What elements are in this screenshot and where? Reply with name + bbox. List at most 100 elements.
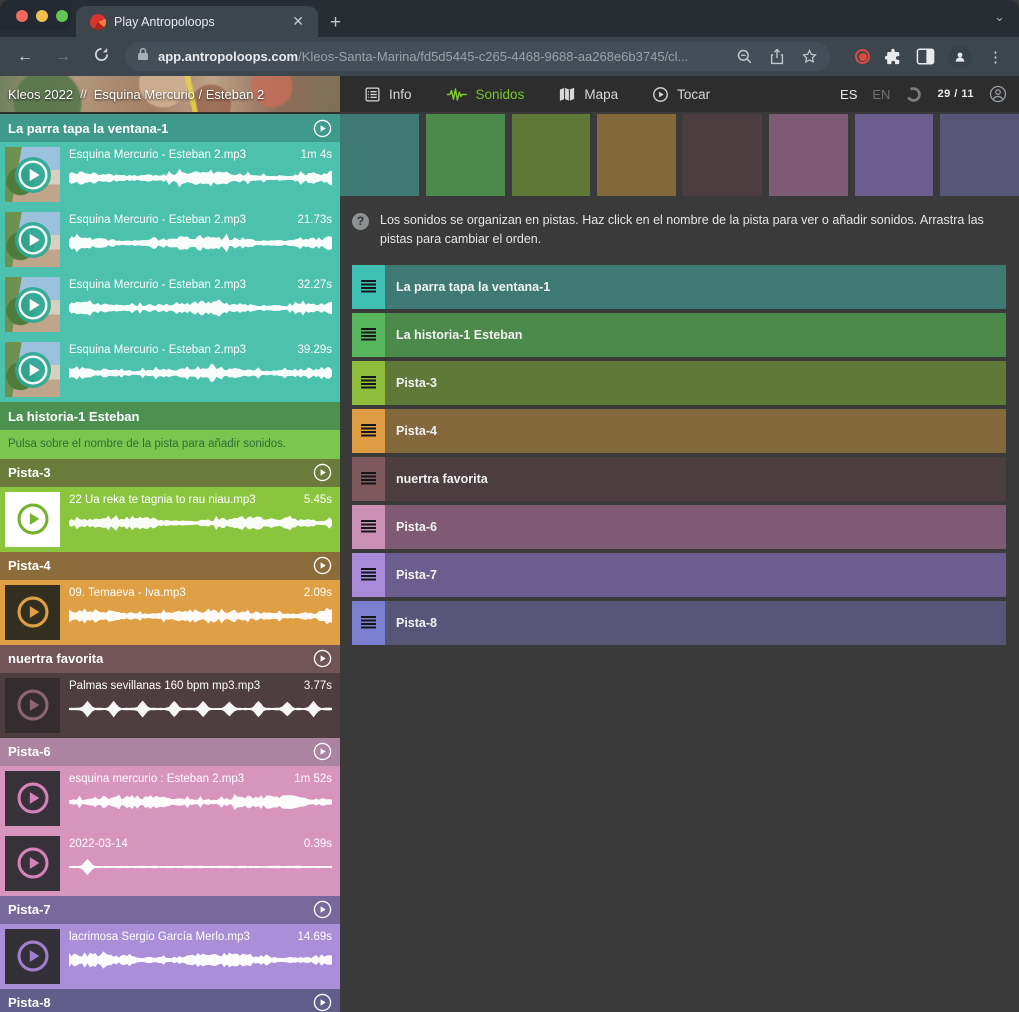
play-track-icon[interactable] <box>313 742 332 761</box>
clip-thumbnail[interactable] <box>5 212 60 267</box>
bookmark-star-icon[interactable] <box>801 48 818 65</box>
language-es-button[interactable]: ES <box>840 87 857 102</box>
recording-indicator-icon[interactable] <box>855 49 870 64</box>
track-row-label: Pista-4 <box>396 424 437 438</box>
play-clip-icon[interactable] <box>15 938 51 974</box>
track-row-name[interactable]: Pista-4 <box>385 409 1006 453</box>
close-window-button[interactable] <box>16 10 28 22</box>
play-clip-icon[interactable] <box>15 845 51 881</box>
main-track-row-4[interactable]: Pista-4 <box>352 409 1006 453</box>
main-track-row-2[interactable]: La historia-1 Esteban <box>352 313 1006 357</box>
main-track-row-5[interactable]: nuertra favorita <box>352 457 1006 501</box>
nav-item-mapa[interactable]: Mapa <box>558 86 618 103</box>
track-header[interactable]: La historia-1 Esteban <box>0 402 340 430</box>
drag-handle[interactable] <box>352 409 385 453</box>
nav-item-sonidos[interactable]: Sonidos <box>446 86 525 103</box>
address-bar[interactable]: app.antropoloops.com /Kleos-Santa-Marina… <box>125 42 830 71</box>
play-clip-icon[interactable] <box>15 501 51 537</box>
play-clip-icon[interactable] <box>15 687 51 723</box>
share-icon[interactable] <box>769 48 785 65</box>
extensions-puzzle-icon[interactable] <box>883 47 903 67</box>
track-color-swatch-2 <box>426 114 505 196</box>
nav-item-tocar[interactable]: Tocar <box>652 86 710 103</box>
drag-handle[interactable] <box>352 265 385 309</box>
lock-icon[interactable] <box>137 47 149 66</box>
tab-search-chevron-icon[interactable]: ⌄ <box>994 9 1005 25</box>
track-header[interactable]: Pista-7 <box>0 896 340 924</box>
track-row-label: La historia-1 Esteban <box>396 328 522 342</box>
browser-menu-icon[interactable]: ⋮ <box>985 48 1006 66</box>
back-button[interactable]: ← <box>13 48 37 66</box>
drag-handle[interactable] <box>352 601 385 645</box>
play-track-icon[interactable] <box>313 556 332 575</box>
main-track-row-3[interactable]: Pista-3 <box>352 361 1006 405</box>
track-header[interactable]: Pista-6 <box>0 738 340 766</box>
breadcrumb-separator: // <box>80 87 87 101</box>
play-clip-icon[interactable] <box>15 780 51 816</box>
play-track-icon[interactable] <box>313 993 332 1012</box>
drag-handle[interactable] <box>352 505 385 549</box>
clip-thumbnail[interactable] <box>5 678 60 733</box>
main-track-row-6[interactable]: Pista-6 <box>352 505 1006 549</box>
page-title: Esquina Mercurio / Esteban 2 <box>94 87 265 102</box>
track-row-name[interactable]: nuertra favorita <box>385 457 1006 501</box>
drag-handle[interactable] <box>352 457 385 501</box>
main-track-row-8[interactable]: Pista-8 <box>352 601 1006 645</box>
main-track-row-7[interactable]: Pista-7 <box>352 553 1006 597</box>
browser-tab[interactable]: Play Antropoloops ✕ <box>76 6 318 37</box>
clip-thumbnail[interactable] <box>5 771 60 826</box>
clip-duration: 2.09s <box>304 587 332 599</box>
play-track-icon[interactable] <box>313 900 332 919</box>
clip-thumbnail[interactable] <box>5 585 60 640</box>
play-clip-icon[interactable] <box>14 351 52 389</box>
account-icon[interactable] <box>989 85 1007 103</box>
track-row-name[interactable]: Pista-6 <box>385 505 1006 549</box>
side-panel-icon[interactable] <box>916 48 935 65</box>
profile-avatar[interactable] <box>948 45 972 69</box>
track-row-name[interactable]: Pista-7 <box>385 553 1006 597</box>
play-clip-icon[interactable] <box>14 286 52 324</box>
breadcrumb[interactable]: Kleos 2022 // Esquina Mercurio / Esteban… <box>0 76 340 112</box>
play-clip-icon[interactable] <box>15 594 51 630</box>
nav-item-info[interactable]: Info <box>364 86 412 103</box>
track-header[interactable]: Pista-8 <box>0 989 340 1012</box>
clip: lacrimosa Sergio García Merlo.mp314.69s <box>0 924 340 989</box>
track-row-label: Pista-3 <box>396 376 437 390</box>
clip-thumbnail[interactable] <box>5 342 60 397</box>
main-track-row-1[interactable]: La parra tapa la ventana-1 <box>352 265 1006 309</box>
url-host: app.antropoloops.com <box>158 49 298 64</box>
track-header[interactable]: La parra tapa la ventana-1 <box>0 114 340 142</box>
track-header[interactable]: Pista-3 <box>0 459 340 487</box>
nav-label: Info <box>389 87 412 102</box>
play-clip-icon[interactable] <box>14 156 52 194</box>
new-tab-button[interactable]: + <box>330 13 341 32</box>
clip-thumbnail[interactable] <box>5 929 60 984</box>
clip-meta: Esquina Mercurio - Esteban 2.mp31m 4s <box>69 147 332 190</box>
play-track-icon[interactable] <box>313 649 332 668</box>
reload-button[interactable] <box>89 46 113 68</box>
clip-thumbnail[interactable] <box>5 277 60 332</box>
clip-duration: 1m 4s <box>301 149 332 161</box>
tab-close-icon[interactable]: ✕ <box>288 13 308 30</box>
clip-thumbnail[interactable] <box>5 492 60 547</box>
track-header[interactable]: Pista-4 <box>0 552 340 580</box>
zoom-out-icon[interactable] <box>736 48 753 65</box>
drag-handle[interactable] <box>352 313 385 357</box>
play-track-icon[interactable] <box>313 463 332 482</box>
track-row-name[interactable]: La historia-1 Esteban <box>385 313 1006 357</box>
clip-meta: Esquina Mercurio - Esteban 2.mp339.29s <box>69 342 332 385</box>
track-row-name[interactable]: Pista-8 <box>385 601 1006 645</box>
clip-thumbnail[interactable] <box>5 147 60 202</box>
drag-handle[interactable] <box>352 553 385 597</box>
forward-button[interactable]: → <box>51 48 75 66</box>
track-header[interactable]: nuertra favorita <box>0 645 340 673</box>
track-row-name[interactable]: Pista-3 <box>385 361 1006 405</box>
minimize-window-button[interactable] <box>36 10 48 22</box>
clip-thumbnail[interactable] <box>5 836 60 891</box>
play-track-icon[interactable] <box>313 119 332 138</box>
fullscreen-window-button[interactable] <box>56 10 68 22</box>
track-row-name[interactable]: La parra tapa la ventana-1 <box>385 265 1006 309</box>
drag-handle[interactable] <box>352 361 385 405</box>
language-en-button[interactable]: EN <box>872 87 890 102</box>
play-clip-icon[interactable] <box>14 221 52 259</box>
